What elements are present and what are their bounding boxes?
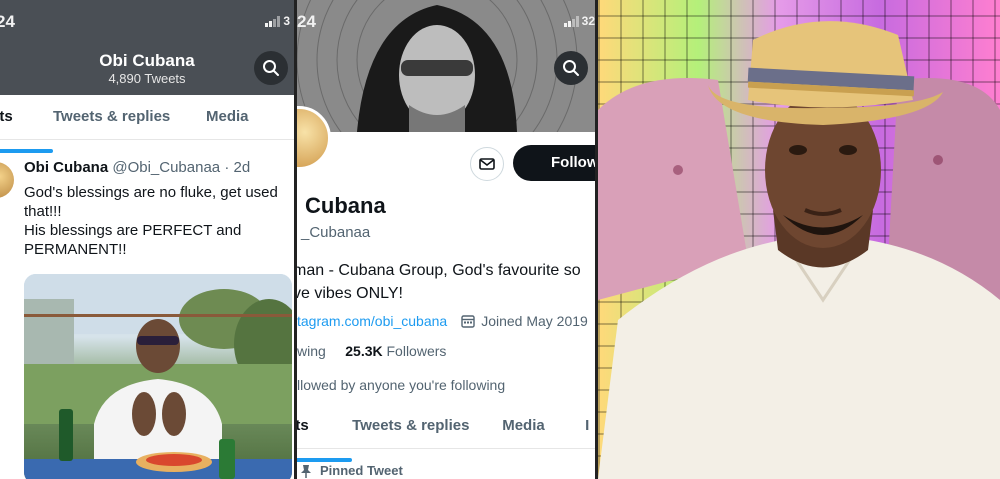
tweet-text-line: God's blessings are no fluke, get used (24, 184, 278, 201)
profile-handle: _Cubanaa (301, 224, 371, 241)
search-icon (563, 60, 579, 76)
portrait-photo (598, 0, 1000, 479)
followers-count[interactable]: 25.3K (345, 343, 382, 359)
tweet-time: · 2d (224, 159, 251, 176)
mail-icon (479, 158, 495, 170)
tab-media[interactable]: Media (206, 108, 286, 139)
tab-likes[interactable]: I (585, 417, 595, 448)
status-time: 24 (297, 12, 316, 31)
search-button[interactable] (254, 51, 288, 85)
signal-icon (563, 15, 579, 27)
follow-stats: wing 25.3K Followers (297, 343, 446, 359)
tab-tweets[interactable]: ets (0, 108, 53, 153)
tweet-text-line: that!!! (24, 203, 62, 220)
tab-tweets-replies[interactable]: Tweets & replies (352, 417, 502, 448)
tweet-text-line: PERMANENT!! (24, 241, 127, 258)
profile-feed-screenshot: 24 3 Obi Cubana 4,890 Tweets ets Tweets … (0, 0, 294, 479)
tab-media[interactable]: Media (502, 417, 585, 448)
followed-by-note: llowed by anyone you're following (297, 377, 506, 393)
tweet-header: Obi Cubana @Obi_Cubanaa · 2d (24, 159, 250, 176)
profile-bio: man - Cubana Group, God's favourite so v… (297, 259, 595, 305)
tweet-author-handle: @Obi_Cubanaa (112, 159, 221, 176)
message-button[interactable] (470, 147, 504, 181)
bio-line: man - Cubana Group, God's favourite so (297, 262, 581, 279)
following-link[interactable]: wing (297, 343, 326, 359)
follow-button[interactable]: Follow (513, 145, 595, 181)
battery-level: 3 (283, 14, 290, 28)
tab-tweets-replies[interactable]: Tweets & replies (53, 108, 206, 139)
profile-meta: tagram.com/obi_cubana Joined May 2019 (297, 313, 588, 329)
battery-level: 32 (581, 14, 595, 28)
search-icon (263, 60, 279, 76)
tweet-text: God's blessings are no fluke, get used t… (24, 183, 294, 259)
avatar[interactable] (0, 162, 14, 198)
bio-line: ve vibes ONLY! (297, 285, 403, 302)
status-icons: 32 (563, 14, 595, 28)
pinned-tweet-label: Pinned Tweet (300, 463, 403, 478)
profile-tabs: ets Tweets & replies Media I (297, 417, 595, 462)
banner-portrait-art (297, 0, 595, 132)
status-time: 24 (0, 12, 15, 31)
profile-tabs: ets Tweets & replies Media (0, 108, 294, 153)
pin-icon (301, 464, 311, 478)
joined-date: Joined May 2019 (481, 313, 588, 329)
search-button[interactable] (554, 51, 588, 85)
status-icons: 3 (265, 14, 290, 28)
tab-tweets[interactable]: ets (297, 417, 353, 462)
tweet-author-name[interactable]: Obi Cubana (24, 159, 108, 176)
signal-icon (265, 15, 281, 27)
pinned-label-text: Pinned Tweet (320, 463, 403, 478)
tweet-media-photo[interactable] (24, 274, 292, 479)
portrait-illustration (598, 21, 1000, 479)
followers-label[interactable]: Followers (387, 343, 447, 359)
profile-header-bar: 24 3 Obi Cubana 4,890 Tweets (0, 0, 294, 95)
photo-illustration (24, 274, 292, 479)
profile-link[interactable]: tagram.com/obi_cubana (297, 313, 447, 329)
profile-page-screenshot: 24 32 Follow Cubana _Cubanaa man - Cuban… (297, 0, 595, 479)
profile-banner[interactable]: 24 32 (297, 0, 595, 132)
profile-name: Cubana (305, 193, 386, 218)
tweet-text-line: His blessings are PERFECT and (24, 222, 242, 239)
tweet-count: 4,890 Tweets (108, 71, 186, 86)
calendar-icon (461, 315, 475, 328)
profile-header-title: Obi Cubana (99, 51, 195, 70)
